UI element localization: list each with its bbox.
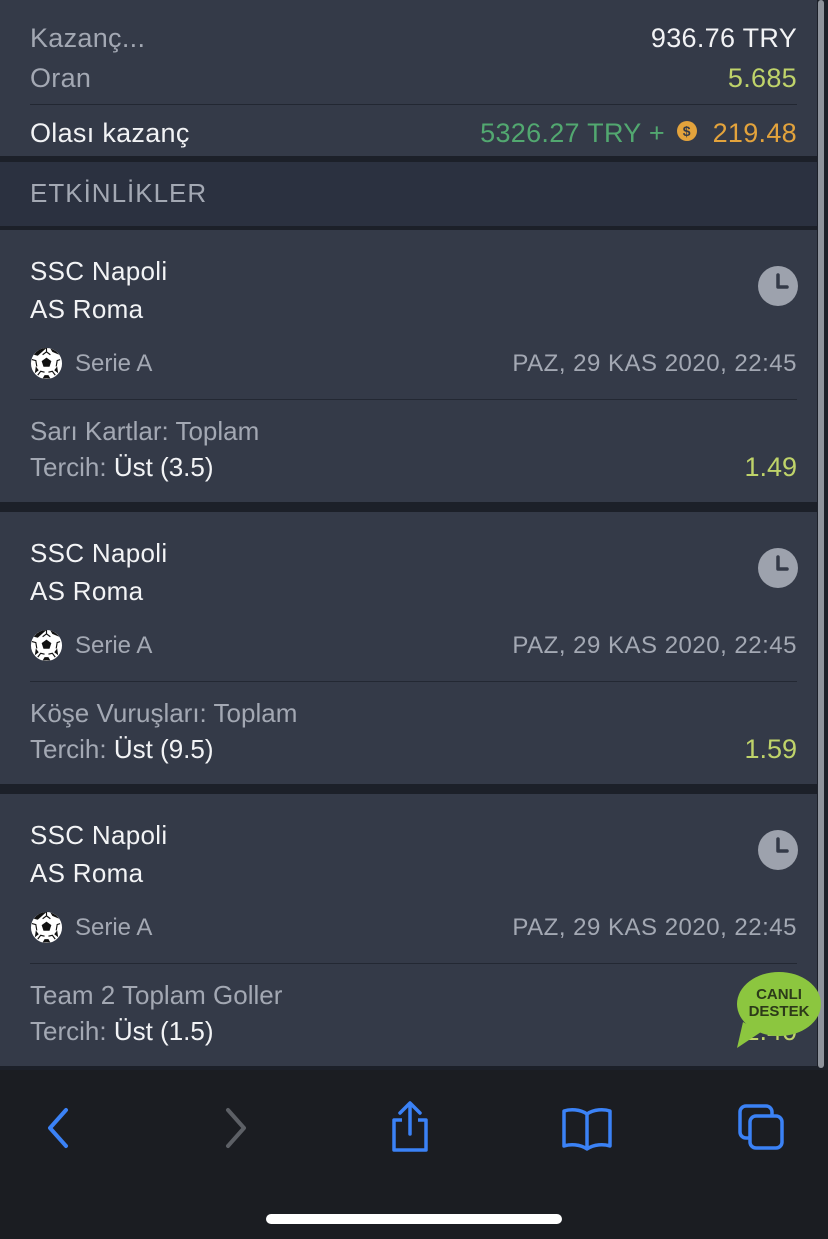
card-divider — [30, 681, 797, 682]
scrollbar-thumb[interactable] — [818, 0, 824, 1068]
potential-win-amounts: 5326.27 TRY + $ 219.48 — [480, 118, 797, 149]
selection-odds: 1.49 — [744, 452, 797, 482]
bet-summary: Kazanç... 936.76 TRY Oran 5.685 Olası ka… — [0, 0, 817, 156]
home-team: SSC Napoli — [30, 538, 168, 568]
stake-value: 936.76 TRY — [650, 22, 797, 53]
total-odds-row: Oran 5.685 — [30, 60, 797, 96]
market-name: Sarı Kartlar: Toplam — [30, 416, 260, 446]
home-indicator — [266, 1214, 562, 1224]
clock-icon — [758, 266, 798, 306]
event-date: PAZ, 29 KAS 2020, 22:45 — [512, 632, 797, 659]
forward-chevron-icon[interactable] — [218, 1100, 254, 1156]
selection-label: Tercih: — [30, 452, 107, 482]
event-card[interactable]: SSC Napoli AS Roma Serie A PAZ, 29 KAS 2… — [0, 794, 817, 1066]
selection-label: Tercih: — [30, 1016, 107, 1046]
league-name: Serie A — [75, 350, 153, 377]
stake-row: Kazanç... 936.76 TRY — [30, 20, 797, 56]
back-chevron-icon[interactable] — [40, 1100, 76, 1156]
home-team: SSC Napoli — [30, 256, 168, 286]
selection: Tercih: Üst (1.5) — [30, 1016, 214, 1047]
league-name: Serie A — [75, 914, 153, 941]
event-date: PAZ, 29 KAS 2020, 22:45 — [512, 350, 797, 377]
clock-icon — [758, 548, 798, 588]
share-icon[interactable] — [386, 1100, 434, 1156]
selection-value: Üst (9.5) — [113, 734, 214, 764]
selection-value: Üst (3.5) — [113, 452, 214, 482]
soccer-ball-icon — [30, 911, 63, 944]
clock-icon — [758, 830, 798, 870]
card-divider — [30, 963, 797, 964]
event-date: PAZ, 29 KAS 2020, 22:45 — [512, 914, 797, 941]
selection-value: Üst (1.5) — [113, 1016, 214, 1046]
soccer-ball-icon — [30, 629, 63, 662]
home-team: SSC Napoli — [30, 820, 168, 850]
selection: Tercih: Üst (9.5) — [30, 734, 214, 765]
event-card[interactable]: SSC Napoli AS Roma Serie A PAZ, 29 KAS 2… — [0, 512, 817, 784]
total-odds-label: Oran — [30, 62, 92, 93]
live-support-line2: DESTEK — [748, 1003, 810, 1020]
away-team: AS Roma — [30, 576, 144, 606]
live-support-line1: CANLI — [756, 986, 802, 1003]
total-odds-value: 5.685 — [727, 62, 797, 93]
coin-icon: $ — [676, 120, 697, 141]
selection-label: Tercih: — [30, 734, 107, 764]
potential-win-value: 5326.27 TRY + — [480, 117, 665, 148]
potential-win-row: Olası kazanç 5326.27 TRY + $ 219.48 — [30, 113, 797, 153]
live-support-button[interactable]: CANLI DESTEK — [735, 986, 823, 1020]
card-divider — [30, 399, 797, 400]
bonus-value: 219.48 — [712, 117, 797, 148]
selection: Tercih: Üst (3.5) — [30, 452, 214, 483]
events-section-header: ETKİNLİKLER — [0, 162, 817, 226]
league-name: Serie A — [75, 632, 153, 659]
potential-win-label: Olası kazanç — [30, 117, 190, 148]
market-name: Team 2 Toplam Goller — [30, 980, 283, 1010]
away-team: AS Roma — [30, 858, 144, 888]
selection-odds: 1.59 — [744, 734, 797, 764]
market-name: Köşe Vuruşları: Toplam — [30, 698, 298, 728]
book-icon[interactable] — [560, 1100, 614, 1156]
section-title: ETKİNLİKLER — [30, 178, 208, 208]
summary-divider — [30, 104, 797, 105]
stake-label: Kazanç... — [30, 22, 146, 53]
soccer-ball-icon — [30, 347, 63, 380]
tabs-icon[interactable] — [736, 1100, 786, 1156]
event-card[interactable]: SSC Napoli AS Roma Serie A PAZ, 29 KAS 2… — [0, 230, 817, 502]
away-team: AS Roma — [30, 294, 144, 324]
